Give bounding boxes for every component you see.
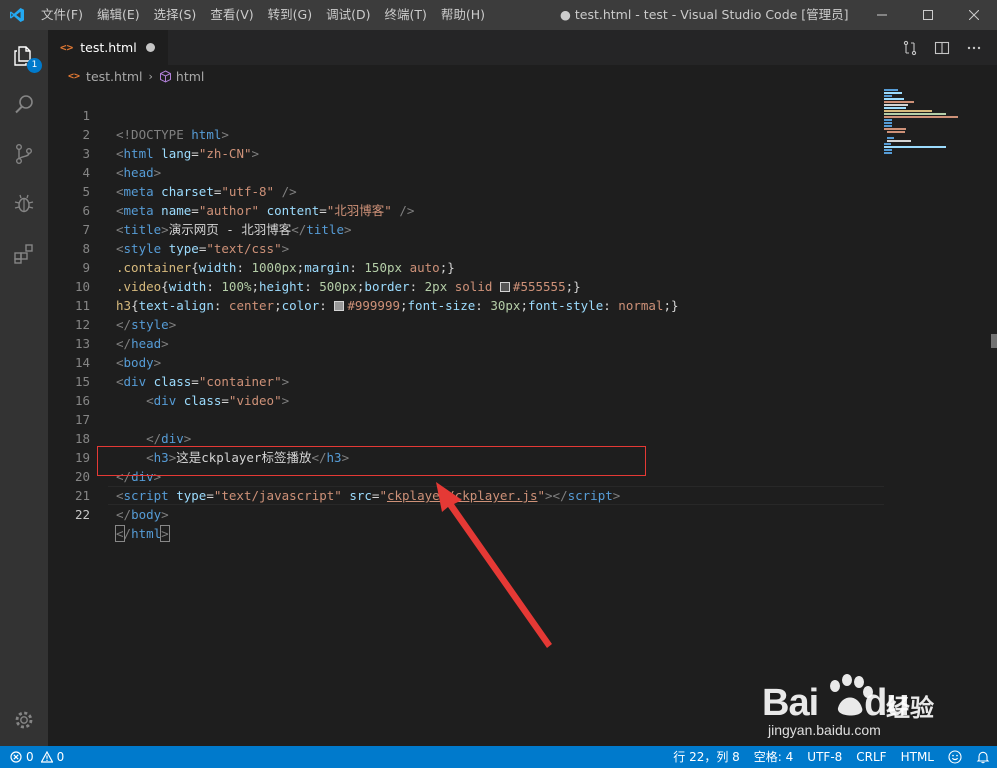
feedback-button[interactable] — [941, 750, 969, 764]
code-line[interactable]: 16 — [48, 372, 884, 408]
tab-bar: <> test.html — [48, 30, 997, 65]
tab-label: test.html — [80, 40, 137, 55]
close-button[interactable] — [951, 0, 997, 30]
menu-edit[interactable]: 编辑(E) — [90, 0, 147, 30]
menu-selection[interactable]: 选择(S) — [147, 0, 204, 30]
menu-help[interactable]: 帮助(H) — [434, 0, 492, 30]
search-button[interactable] — [0, 80, 48, 128]
compare-icon — [903, 40, 917, 55]
activity-bar: 1 — [0, 30, 48, 746]
arrow-annotation-icon — [436, 482, 552, 648]
html-file-icon: <> — [68, 70, 81, 82]
window-controls — [859, 0, 997, 30]
menu-file[interactable]: 文件(F) — [34, 0, 90, 30]
watermark-brand: Bai — [762, 682, 819, 724]
debug-button[interactable] — [0, 180, 48, 228]
source-control-button[interactable] — [0, 130, 48, 178]
code-line[interactable]: 14 <div class="container"> — [48, 334, 884, 389]
breadcrumb-element[interactable]: html — [176, 69, 204, 84]
vertical-scrollbar[interactable] — [983, 87, 997, 746]
code-line[interactable]: 13 <body> — [48, 315, 884, 370]
code-line[interactable]: 2 <html lang="zh-CN"> — [48, 106, 884, 161]
minimap[interactable] — [884, 87, 984, 746]
code-line[interactable]: 1 <!DOCTYPE html> — [48, 87, 884, 142]
vscode-logo-icon — [0, 0, 34, 30]
code-line[interactable]: 3 <head> — [48, 125, 884, 180]
language-mode[interactable]: HTML — [894, 746, 941, 768]
error-icon — [10, 751, 22, 763]
more-actions-button[interactable] — [965, 39, 983, 57]
cursor-position[interactable]: 行 22，列 8 — [666, 746, 747, 768]
search-icon — [15, 95, 33, 114]
code-line[interactable]: 7 <style type="text/css"> — [48, 201, 884, 256]
indentation[interactable]: 空格: 4 — [747, 746, 801, 768]
warning-icon — [40, 751, 53, 763]
problems-indicator[interactable]: 0 0 — [0, 746, 64, 768]
ellipsis-icon — [967, 46, 981, 49]
breadcrumb-file[interactable]: test.html — [86, 69, 142, 84]
bug-icon — [14, 194, 34, 213]
line-number: 22 — [74, 507, 90, 522]
breadcrumb: <> test.html › html — [48, 65, 997, 87]
code-line[interactable]: 6 <title>演示网页 - 北羽博客</title> — [48, 182, 884, 237]
menu-debug[interactable]: 调试(D) — [319, 0, 377, 30]
bell-icon — [976, 751, 990, 764]
status-bar: 0 0 行 22，列 8 空格: 4 UTF-8 CRLF HTML — [0, 746, 997, 768]
menu-view[interactable]: 查看(V) — [203, 0, 260, 30]
maximize-button[interactable] — [905, 0, 951, 30]
cube-icon — [159, 69, 172, 83]
code-line[interactable]: 8 .container{width: 1000px;margin: 150px… — [48, 220, 884, 275]
minimize-button[interactable] — [859, 0, 905, 30]
code-line[interactable]: 15 <div class="video"> — [48, 353, 884, 408]
menu-go[interactable]: 转到(G) — [261, 0, 319, 30]
editor-actions — [901, 30, 983, 65]
smiley-icon — [948, 750, 962, 764]
code-line[interactable]: 18 <h3>这是ckplayer标签播放</h3> — [48, 410, 884, 465]
explorer-button[interactable]: 1 — [0, 32, 48, 80]
tab-test-html[interactable]: <> test.html — [48, 30, 168, 65]
end-of-line[interactable]: CRLF — [849, 746, 893, 768]
code-line[interactable]: 5 <meta name="author" content="北羽博客" /> — [48, 163, 884, 218]
status-right: 行 22，列 8 空格: 4 UTF-8 CRLF HTML — [666, 746, 997, 768]
title-bar: 文件(F) 编辑(E) 选择(S) 查看(V) 转到(G) 调试(D) 终端(T… — [0, 0, 997, 30]
baidu-jingyan-watermark: Bai du 经验 jingyan.baidu.com — [756, 660, 956, 740]
split-editor-button[interactable] — [933, 39, 951, 57]
code-line[interactable]: 11 </style> — [48, 277, 884, 332]
maximize-icon — [923, 10, 933, 20]
notifications-button[interactable] — [969, 750, 997, 764]
encoding[interactable]: UTF-8 — [800, 746, 849, 768]
menu-bar: 文件(F) 编辑(E) 选择(S) 查看(V) 转到(G) 调试(D) 终端(T… — [34, 0, 492, 30]
close-icon — [969, 10, 979, 20]
code-line[interactable]: 4 <meta charset="utf-8" /> — [48, 144, 884, 199]
extensions-icon — [14, 244, 33, 264]
code-line[interactable]: 12 </head> — [48, 296, 884, 351]
chevron-right-icon: › — [148, 69, 153, 83]
menu-terminal[interactable]: 终端(T) — [377, 0, 433, 30]
error-count: 0 — [26, 750, 34, 764]
split-icon — [934, 41, 950, 54]
watermark-url: jingyan.baidu.com — [768, 722, 881, 738]
warning-count: 0 — [56, 750, 65, 764]
code-line[interactable]: 10 h3{text-align: center;color: #999999;… — [48, 258, 884, 313]
unsaved-dot-icon[interactable] — [146, 43, 155, 52]
code-line[interactable]: 17 </div> — [48, 391, 884, 446]
window-title: ● test.html - test - Visual Studio Code … — [560, 7, 849, 22]
minimize-icon — [877, 14, 887, 16]
open-changes-button[interactable] — [901, 39, 919, 57]
scrollbar-marker — [991, 334, 997, 348]
gear-icon — [15, 711, 33, 729]
manage-button[interactable] — [0, 696, 48, 744]
watermark-product: 经验 — [886, 694, 934, 722]
html-file-icon: <> — [60, 41, 74, 54]
code-line[interactable]: 9 .video{width: 100%;height: 500px;borde… — [48, 239, 884, 294]
source-control-icon — [15, 144, 32, 165]
extensions-button[interactable] — [0, 230, 48, 278]
explorer-badge: 1 — [27, 58, 42, 73]
